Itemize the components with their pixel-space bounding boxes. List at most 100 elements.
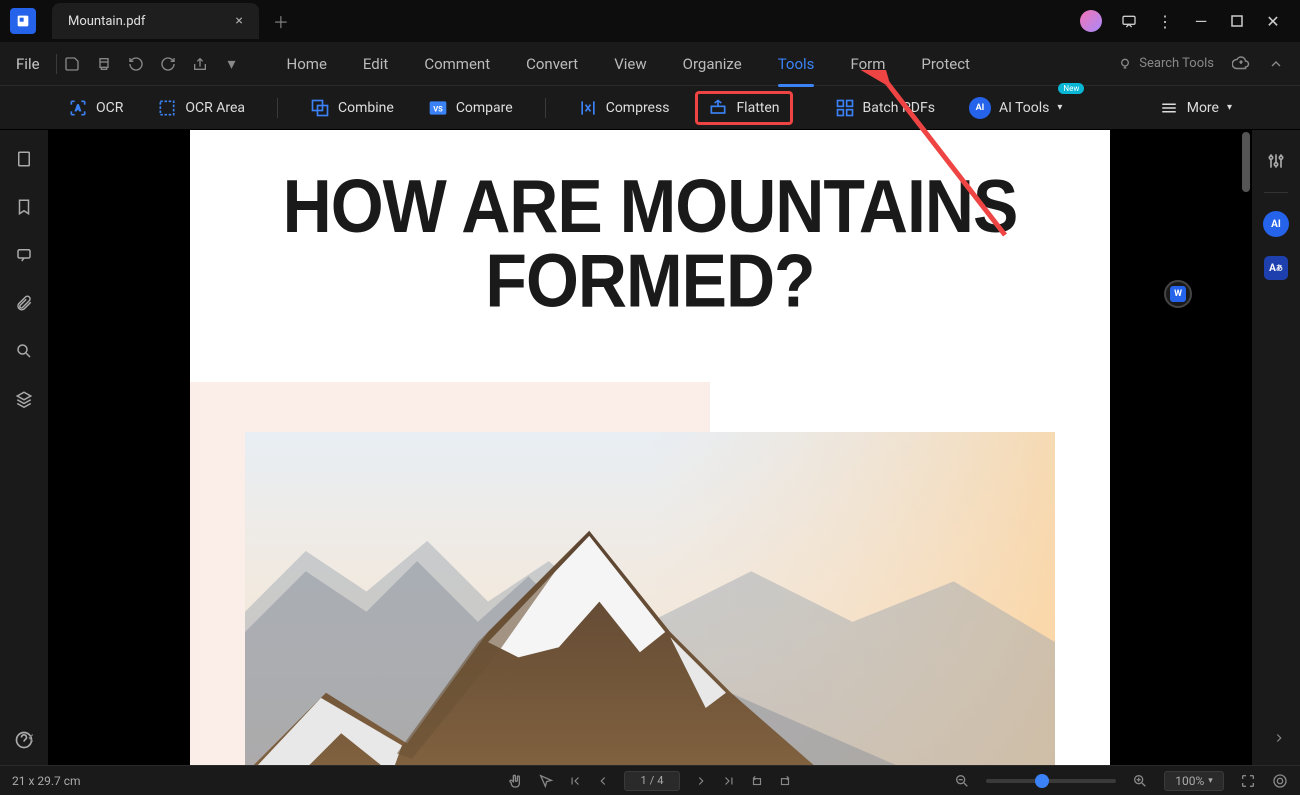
page-current: 1 [641, 774, 647, 787]
hand-tool-icon[interactable] [508, 773, 524, 789]
tab-convert[interactable]: Convert [526, 51, 578, 77]
prev-page-side[interactable] [24, 731, 38, 745]
fullscreen-icon[interactable] [1240, 773, 1256, 789]
combine-label: Combine [338, 100, 394, 116]
separator [277, 98, 278, 118]
layers-icon[interactable] [13, 388, 35, 410]
compress-button[interactable]: Compress [570, 92, 678, 124]
search-icon[interactable] [13, 340, 35, 362]
separator [56, 54, 57, 74]
print-icon[interactable] [95, 55, 113, 73]
combine-icon [310, 98, 330, 118]
ai-sidebar-icon[interactable]: AI [1263, 211, 1289, 237]
more-button[interactable]: More ▾ [1151, 92, 1240, 124]
chevron-up-icon[interactable] [1268, 56, 1284, 72]
kebab-menu-icon[interactable]: ⋮ [1156, 12, 1174, 30]
lightbulb-icon [1117, 56, 1133, 72]
rotate-right-icon[interactable] [778, 774, 792, 788]
chat-icon[interactable] [1120, 12, 1138, 30]
dropdown-icon[interactable]: ▾ [223, 55, 241, 73]
redo-icon[interactable] [159, 55, 177, 73]
ai-tools-label: AI Tools [999, 100, 1049, 116]
tab-organize[interactable]: Organize [683, 51, 742, 77]
new-tab-button[interactable]: ＋ [273, 9, 289, 33]
user-avatar[interactable] [1080, 10, 1102, 32]
ocr-icon: A [68, 98, 88, 118]
ai-icon: AI [969, 97, 991, 119]
translate-icon[interactable]: Aあ [1263, 255, 1289, 281]
settings-icon[interactable] [1263, 148, 1289, 174]
last-page-icon[interactable] [722, 774, 736, 788]
prev-page-icon[interactable] [596, 774, 610, 788]
tab-home[interactable]: Home [287, 51, 327, 77]
chevron-down-icon: ▾ [1208, 776, 1213, 786]
ai-tools-button[interactable]: AI AI Tools ▾ New [961, 91, 1070, 125]
first-page-icon[interactable] [568, 774, 582, 788]
window-minimize-icon[interactable]: — [1192, 12, 1210, 30]
menubar: File ▾ Home Edit Comment Convert View Or… [0, 42, 1300, 86]
tab-protect[interactable]: Protect [921, 51, 970, 77]
app-logo-icon [10, 8, 36, 34]
tab-comment[interactable]: Comment [424, 51, 490, 77]
batch-label: Batch PDFs [863, 100, 935, 116]
select-tool-icon[interactable] [538, 773, 554, 789]
ocr-area-icon [157, 98, 177, 118]
page-image-area [190, 382, 1110, 765]
file-menu[interactable]: File [16, 55, 40, 73]
tab-view[interactable]: View [614, 51, 646, 77]
cloud-icon[interactable] [1232, 55, 1250, 73]
next-page-side[interactable] [1272, 731, 1286, 745]
page-dimensions: 21 x 29.7 cm [12, 774, 81, 788]
page-title: HOW ARE MOUNTAINS FORMED? [190, 169, 1110, 319]
document-canvas[interactable]: HOW ARE MOUNTAINS FORMED? [48, 130, 1252, 765]
zoom-in-icon[interactable] [1132, 773, 1148, 789]
tab-tools[interactable]: Tools [778, 51, 815, 77]
page-total: 4 [657, 774, 663, 787]
zoom-slider-thumb[interactable] [1035, 774, 1049, 788]
compare-label: Compare [456, 100, 513, 116]
ocr-area-button[interactable]: OCR Area [149, 92, 253, 124]
tab-edit[interactable]: Edit [363, 51, 388, 77]
save-icon[interactable] [63, 55, 81, 73]
zoom-select[interactable]: 100%▾ [1164, 771, 1224, 791]
tab-form[interactable]: Form [850, 51, 885, 77]
document-tab[interactable]: Mountain.pdf × [52, 3, 259, 39]
window-close-icon[interactable]: ✕ [1264, 12, 1282, 30]
scrollbar-vertical[interactable] [1242, 132, 1250, 192]
flatten-button[interactable]: Flatten [695, 91, 792, 125]
compress-label: Compress [606, 100, 670, 116]
pdf-page: HOW ARE MOUNTAINS FORMED? [190, 130, 1110, 765]
page-number-input[interactable]: 1 /4 [624, 771, 680, 791]
more-label: More [1187, 100, 1219, 116]
flatten-icon [708, 98, 728, 118]
window-maximize-icon[interactable] [1228, 12, 1246, 30]
ocr-button[interactable]: A OCR [60, 92, 131, 124]
thumbnails-icon[interactable] [13, 148, 35, 170]
undo-icon[interactable] [127, 55, 145, 73]
read-mode-icon[interactable] [1272, 773, 1288, 789]
more-icon [1159, 98, 1179, 118]
share-icon[interactable] [191, 55, 209, 73]
search-tools[interactable]: Search Tools [1117, 56, 1214, 72]
convert-word-badge[interactable]: W [1164, 280, 1192, 308]
tab-title: Mountain.pdf [68, 14, 145, 29]
chevron-down-icon: ▾ [1057, 102, 1062, 113]
comment-icon[interactable] [13, 244, 35, 266]
tab-close-icon[interactable]: × [235, 13, 242, 29]
zoom-slider[interactable] [986, 779, 1116, 783]
zoom-out-icon[interactable] [954, 773, 970, 789]
svg-text:VS: VS [433, 104, 443, 113]
next-page-icon[interactable] [694, 774, 708, 788]
batch-icon [835, 98, 855, 118]
rotate-left-icon[interactable] [750, 774, 764, 788]
svg-text:A: A [76, 103, 81, 112]
compare-icon: VS [428, 98, 448, 118]
ocr-area-label: OCR Area [185, 100, 245, 116]
flatten-label: Flatten [736, 100, 779, 116]
attachment-icon[interactable] [13, 292, 35, 314]
bookmark-icon[interactable] [13, 196, 35, 218]
compare-button[interactable]: VS Compare [420, 92, 521, 124]
mountain-photo [245, 432, 1055, 765]
batch-button[interactable]: Batch PDFs [827, 92, 943, 124]
combine-button[interactable]: Combine [302, 92, 402, 124]
